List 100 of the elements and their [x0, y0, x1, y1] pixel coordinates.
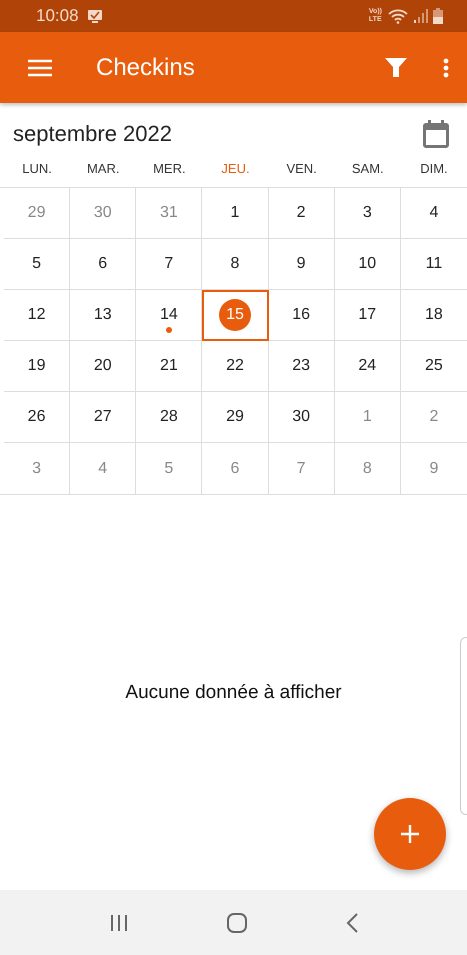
day-number: 31: [160, 204, 178, 222]
day-cell[interactable]: 7: [136, 239, 202, 290]
weekday-label: SAM.: [352, 161, 384, 176]
day-cell[interactable]: 9: [268, 239, 335, 290]
more-options-icon[interactable]: [443, 58, 449, 78]
weekday-label: DIM.: [420, 161, 448, 176]
day-number: 5: [32, 255, 42, 273]
day-cell[interactable]: 30: [70, 188, 136, 239]
edge-panel-handle[interactable]: [460, 637, 467, 815]
calendar-icon[interactable]: [423, 120, 449, 148]
day-cell[interactable]: 4: [70, 443, 136, 494]
day-number: 12: [28, 306, 46, 324]
day-cell[interactable]: 10: [334, 239, 401, 290]
wifi-icon: [387, 8, 409, 24]
day-number: 17: [358, 306, 376, 324]
weekday-label: MAR.: [86, 161, 120, 176]
day-cell[interactable]: 29: [4, 188, 70, 239]
weekday-label: MER.: [153, 161, 186, 176]
menu-icon[interactable]: [28, 58, 52, 76]
day-number: 29: [226, 408, 244, 426]
day-cell[interactable]: 9: [400, 443, 467, 494]
day-number: 30: [94, 204, 112, 222]
notification-icon: [86, 8, 103, 24]
day-number: 7: [164, 255, 174, 273]
day-number: 5: [164, 460, 174, 478]
day-cell[interactable]: 15: [202, 290, 269, 341]
day-number: 2: [296, 204, 306, 222]
day-cell[interactable]: 23: [268, 341, 335, 392]
day-number: 29: [28, 204, 46, 222]
day-number: 11: [426, 255, 442, 273]
recent-apps-icon: [108, 914, 128, 932]
day-cell[interactable]: 5: [4, 239, 70, 290]
day-cell[interactable]: 8: [334, 443, 401, 494]
day-cell[interactable]: 6: [202, 443, 269, 494]
day-cell[interactable]: 24: [334, 341, 401, 392]
day-cell[interactable]: 27: [70, 392, 136, 443]
day-cell[interactable]: 8: [202, 239, 269, 290]
day-cell[interactable]: 22: [202, 341, 269, 392]
weekday-label: JEU.: [221, 161, 250, 176]
day-cell[interactable]: 16: [268, 290, 335, 341]
day-cell[interactable]: 26: [4, 392, 70, 443]
filter-icon[interactable]: [385, 58, 407, 78]
day-number: 6: [230, 460, 240, 478]
battery-icon: [433, 8, 443, 24]
day-cell[interactable]: 3: [4, 443, 70, 494]
day-cell[interactable]: 14: [136, 290, 202, 341]
day-number: 6: [98, 255, 108, 273]
day-number: 22: [226, 357, 244, 375]
day-number: 9: [429, 460, 438, 478]
day-cell[interactable]: 13: [70, 290, 136, 341]
day-cell[interactable]: 4: [400, 188, 467, 239]
day-cell[interactable]: 6: [70, 239, 136, 290]
day-cell[interactable]: 12: [4, 290, 70, 341]
day-cell[interactable]: 2: [268, 188, 335, 239]
day-number: 26: [28, 408, 46, 426]
home-icon: [226, 912, 248, 934]
day-cell[interactable]: 19: [4, 341, 70, 392]
day-number: 1: [362, 408, 372, 426]
day-number: 13: [94, 306, 112, 324]
day-cell[interactable]: 30: [268, 392, 335, 443]
day-number: 25: [425, 357, 443, 375]
day-cell[interactable]: 17: [334, 290, 401, 341]
day-number: 4: [429, 204, 438, 222]
day-cell[interactable]: 18: [400, 290, 467, 341]
day-cell[interactable]: 31: [136, 188, 202, 239]
day-number: 4: [98, 460, 108, 478]
day-cell[interactable]: 29: [202, 392, 269, 443]
add-button[interactable]: [374, 798, 446, 870]
day-cell[interactable]: 25: [400, 341, 467, 392]
day-cell[interactable]: 2: [400, 392, 467, 443]
day-cell[interactable]: 28: [136, 392, 202, 443]
app-title: Checkins: [96, 54, 195, 82]
day-number: 30: [292, 408, 310, 426]
day-cell[interactable]: 7: [268, 443, 335, 494]
day-cell[interactable]: 1: [334, 392, 401, 443]
day-number: 10: [358, 255, 376, 273]
weekday-label: VEN.: [286, 161, 317, 176]
empty-message: Aucune donnée à afficher: [125, 682, 342, 704]
day-number: 24: [358, 357, 376, 375]
day-number: 2: [429, 408, 438, 426]
day-cell[interactable]: 3: [334, 188, 401, 239]
day-cell[interactable]: 5: [136, 443, 202, 494]
day-cell[interactable]: 20: [70, 341, 136, 392]
month-title: septembre 2022: [13, 120, 172, 146]
day-number: 27: [94, 408, 112, 426]
day-cell[interactable]: 1: [202, 188, 269, 239]
plus-icon: [401, 825, 419, 843]
status-time: 10:08: [36, 6, 79, 26]
day-number: 28: [160, 408, 178, 426]
weekday-label: LUN.: [22, 161, 52, 176]
day-number: 8: [230, 255, 240, 273]
day-number: 8: [362, 460, 372, 478]
day-number: 21: [160, 357, 178, 375]
day-cell[interactable]: 11: [400, 239, 467, 290]
day-cell[interactable]: 21: [136, 341, 202, 392]
day-number: 15: [218, 299, 251, 331]
signal-icon: [414, 9, 428, 23]
day-number: 16: [292, 306, 310, 324]
day-number: 18: [425, 306, 443, 324]
day-number: 1: [230, 204, 240, 222]
